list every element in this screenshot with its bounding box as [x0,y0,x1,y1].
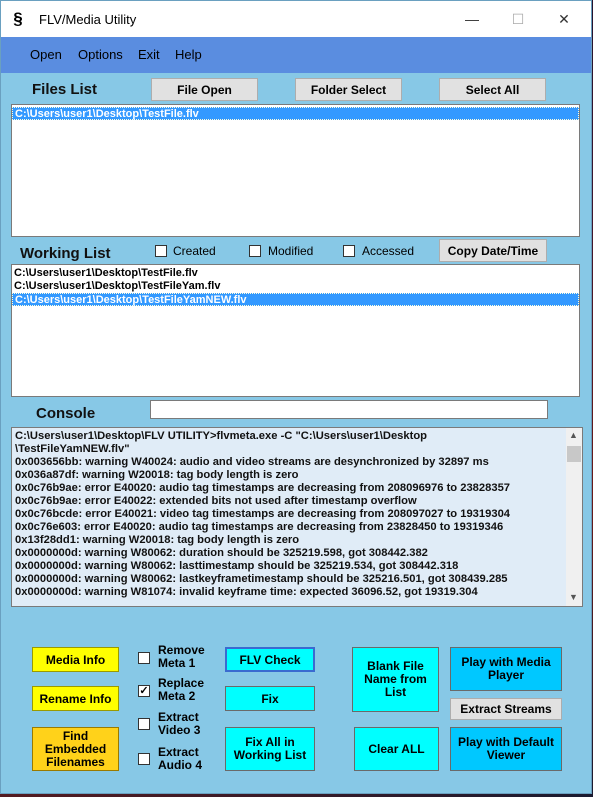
media-info-button[interactable]: Media Info [32,647,119,672]
console-line: 0x003656bb: warning W40024: audio and vi… [15,456,489,468]
console-line: 0x0c76b9ae: error E40020: audio tag time… [15,482,511,494]
fix-all-button[interactable]: Fix All in Working List [225,727,315,771]
minimize-button[interactable]: — [449,1,495,37]
console-line: \TestFileYamNEW.flv" [15,443,130,455]
extract-audio-checkbox[interactable] [138,753,150,765]
app-window: § FLV/Media Utility — ☐ ✕ Open Options E… [0,0,592,794]
scroll-down-icon[interactable]: ▼ [569,592,578,602]
scroll-thumb[interactable] [567,446,581,462]
remove-meta-label: Remove Meta 1 [158,643,205,670]
window-title: FLV/Media Utility [39,12,137,27]
extract-audio-label: Extract Audio 4 [158,745,202,772]
copy-date-time-button[interactable]: Copy Date/Time [439,239,547,262]
fix-button[interactable]: Fix [225,686,315,711]
console-label: Console [36,405,96,422]
menu-bar: Open Options Exit Help [1,37,591,73]
console-line: 0x0c76b9ae: error E40022: extended bits … [15,495,417,507]
list-item[interactable]: C:\Users\user1\Desktop\TestFileYamNEW.fl… [12,293,579,306]
console-line: 0x0000000d: warning W81074: invalid keyf… [15,586,478,598]
flv-check-button[interactable]: FLV Check [225,647,315,672]
menu-options[interactable]: Options [78,37,123,73]
list-item[interactable]: C:\Users\user1\Desktop\TestFile.flv [12,107,579,120]
file-open-button[interactable]: File Open [151,78,258,101]
extract-streams-button[interactable]: Extract Streams [450,698,562,720]
list-item[interactable]: C:\Users\user1\Desktop\TestFile.flv [12,267,579,280]
play-media-player-button[interactable]: Play with Media Player [450,647,562,691]
replace-meta-label: Replace Meta 2 [158,676,205,703]
play-default-viewer-button[interactable]: Play with Default Viewer [450,727,562,771]
scroll-up-icon[interactable]: ▲ [569,430,578,440]
menu-open[interactable]: Open [30,37,62,73]
console-output[interactable]: C:\Users\user1\Desktop\FLV UTILITY>flvme… [11,427,583,607]
maximize-button[interactable]: ☐ [495,1,541,37]
modified-checkbox[interactable] [249,245,261,257]
extract-video-checkbox[interactable] [138,718,150,730]
modified-label: Modified [268,244,314,258]
console-scrollbar[interactable]: ▲ ▼ [566,428,582,606]
list-item[interactable]: C:\Users\user1\Desktop\TestFileYam.flv [12,280,579,293]
title-bar: § FLV/Media Utility — ☐ ✕ [1,1,591,37]
folder-select-button[interactable]: Folder Select [295,78,402,101]
accessed-label: Accessed [362,244,415,258]
app-icon: § [13,9,23,28]
clear-all-button[interactable]: Clear ALL [354,727,439,771]
console-line: 0x13f28dd1: warning W20018: tag body len… [15,534,300,546]
console-input[interactable] [150,400,548,419]
console-line: 0x0c76bcde: error E40021: video tag time… [15,508,511,520]
files-list-label: Files List [32,81,98,98]
working-listbox[interactable]: C:\Users\user1\Desktop\TestFile.flv C:\U… [11,264,580,397]
accessed-checkbox[interactable] [343,245,355,257]
files-listbox[interactable]: C:\Users\user1\Desktop\TestFile.flv [11,104,580,237]
console-line: C:\Users\user1\Desktop\FLV UTILITY>flvme… [15,430,428,442]
replace-meta-checkbox[interactable]: ✓ [138,685,150,697]
created-checkbox[interactable] [155,245,167,257]
close-button[interactable]: ✕ [541,1,587,37]
working-list-label: Working List [20,245,111,262]
menu-exit[interactable]: Exit [138,37,160,73]
menu-help[interactable]: Help [175,37,202,73]
remove-meta-checkbox[interactable] [138,652,150,664]
console-line: 0x0000000d: warning W80062: duration sho… [15,547,428,559]
console-line: 0x036a87df: warning W20018: tag body len… [15,469,299,481]
find-embedded-filenames-button[interactable]: Find Embedded Filenames [32,727,119,771]
extract-video-label: Extract Video 3 [158,710,201,737]
blank-file-name-button[interactable]: Blank File Name from List [352,647,439,712]
created-label: Created [173,244,216,258]
rename-info-button[interactable]: Rename Info [32,686,119,711]
select-all-button[interactable]: Select All [439,78,546,101]
console-line: 0x0000000d: warning W80062: lastkeyframe… [15,573,508,585]
console-line: 0x0000000d: warning W80062: lasttimestam… [15,560,459,572]
console-line: 0x0c76e603: error E40020: audio tag time… [15,521,504,533]
